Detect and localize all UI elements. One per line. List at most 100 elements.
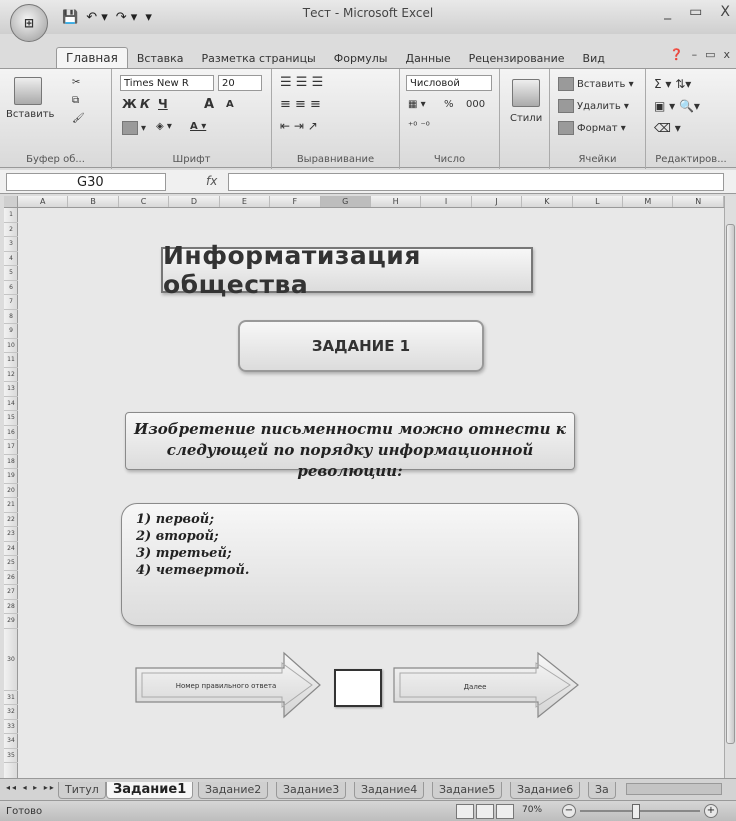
number-format-select[interactable]: Числовой: [406, 75, 492, 91]
row-header[interactable]: 21: [4, 498, 18, 513]
row-header[interactable]: 8: [4, 310, 18, 324]
delete-cells-button[interactable]: Удалить ▾: [558, 99, 629, 113]
tab-review[interactable]: Рецензирование: [460, 49, 574, 68]
row-header[interactable]: 15: [4, 411, 18, 426]
ribbon-restore-icon[interactable]: ▭: [705, 48, 715, 61]
row-header[interactable]: 25: [4, 556, 18, 571]
sheet-tab-task3[interactable]: Задание3: [276, 782, 347, 799]
column-header[interactable]: A: [18, 196, 69, 207]
column-header[interactable]: G: [320, 196, 371, 207]
help-icon[interactable]: ❓: [670, 48, 684, 61]
shrink-font-button[interactable]: A: [226, 99, 234, 110]
italic-button[interactable]: К: [140, 97, 150, 111]
zoom-slider-thumb[interactable]: [632, 804, 640, 819]
row-header[interactable]: 7: [4, 295, 18, 310]
minimize-button[interactable]: _: [664, 4, 671, 20]
styles-icon[interactable]: [512, 79, 540, 107]
row-header[interactable]: 5: [4, 266, 18, 281]
next-button-label[interactable]: Далее: [400, 683, 550, 691]
sheet-tab-task4[interactable]: Задание4: [354, 782, 425, 799]
thousands-button[interactable]: 000: [466, 99, 485, 110]
close-button[interactable]: X: [720, 4, 730, 20]
row-header[interactable]: 31: [4, 691, 18, 705]
select-all-corner[interactable]: [4, 196, 18, 208]
borders-icon[interactable]: ▾: [122, 121, 146, 135]
row-header[interactable]: 32: [4, 705, 18, 720]
column-header[interactable]: E: [220, 196, 271, 207]
row-header[interactable]: 12: [4, 368, 18, 382]
sheet-tab-task2[interactable]: Задание2: [198, 782, 269, 799]
row-header[interactable]: 9: [4, 324, 18, 339]
indent-icon[interactable]: ⇤ ⇥ ↗: [280, 119, 318, 133]
row-header[interactable]: 27: [4, 585, 18, 600]
zoom-level[interactable]: 70%: [522, 805, 542, 815]
insert-cells-button[interactable]: Вставить ▾: [558, 77, 634, 91]
column-header[interactable]: F: [270, 196, 321, 207]
tab-home[interactable]: Главная: [56, 47, 128, 68]
clear-icon[interactable]: ⌫ ▾: [654, 121, 681, 135]
column-header[interactable]: B: [68, 196, 119, 207]
tab-data[interactable]: Данные: [396, 49, 459, 68]
row-header[interactable]: 16: [4, 426, 18, 440]
row-header[interactable]: 34: [4, 734, 18, 749]
autosum-icon[interactable]: Σ ▾ ⇅▾: [654, 77, 691, 91]
row-header[interactable]: 35: [4, 749, 18, 763]
percent-button[interactable]: %: [444, 99, 454, 110]
paste-button[interactable]: Вставить: [6, 109, 54, 120]
sheet-tab-task5[interactable]: Задание5: [432, 782, 503, 799]
fx-icon[interactable]: fx: [206, 174, 217, 188]
font-name-select[interactable]: Times New R: [120, 75, 214, 91]
normal-view-icon[interactable]: [456, 804, 474, 819]
tab-formulas[interactable]: Формулы: [325, 49, 397, 68]
row-header[interactable]: 23: [4, 527, 18, 542]
row-header[interactable]: 1: [4, 208, 18, 223]
row-header[interactable]: 17: [4, 440, 18, 455]
row-header[interactable]: 3: [4, 237, 18, 252]
row-header[interactable]: 10: [4, 339, 18, 353]
tab-view[interactable]: Вид: [574, 49, 614, 68]
fill-icon[interactable]: ▣ ▾ 🔍▾: [654, 99, 700, 113]
column-header[interactable]: D: [169, 196, 220, 207]
paste-icon[interactable]: [14, 77, 42, 105]
row-header[interactable]: 22: [4, 513, 18, 527]
row-header[interactable]: 20: [4, 484, 18, 498]
decimal-icon[interactable]: ⁺⁰ ⁻⁰: [408, 121, 430, 132]
sheet-tab-task1[interactable]: Задание1: [106, 782, 194, 799]
tab-page-layout[interactable]: Разметка страницы: [192, 49, 324, 68]
row-header[interactable]: 24: [4, 542, 18, 556]
row-header[interactable]: 30: [4, 629, 18, 691]
page-break-view-icon[interactable]: [496, 804, 514, 819]
maximize-button[interactable]: ▭: [689, 4, 702, 20]
zoom-in-icon[interactable]: +: [704, 804, 718, 818]
office-button[interactable]: ⊞: [10, 4, 48, 42]
column-header[interactable]: M: [623, 196, 674, 207]
currency-icon[interactable]: ▦ ▾: [408, 99, 426, 110]
column-header[interactable]: J: [472, 196, 523, 207]
row-header[interactable]: 18: [4, 455, 18, 469]
format-cells-button[interactable]: Формат ▾: [558, 121, 626, 135]
column-header[interactable]: L: [573, 196, 624, 207]
align-top-icon[interactable]: ☰ ☰ ☰: [280, 75, 323, 90]
cut-icon[interactable]: ✂: [72, 77, 80, 88]
column-header[interactable]: I: [421, 196, 472, 207]
row-header[interactable]: 2: [4, 223, 18, 237]
font-size-select[interactable]: 20: [218, 75, 262, 91]
sheet-tab-task6[interactable]: Задание6: [510, 782, 581, 799]
zoom-out-icon[interactable]: −: [562, 804, 576, 818]
row-header[interactable]: 14: [4, 397, 18, 411]
formula-input[interactable]: [228, 173, 724, 191]
column-header[interactable]: C: [119, 196, 170, 207]
bold-button[interactable]: Ж: [122, 97, 137, 111]
horizontal-scrollbar[interactable]: [626, 783, 722, 795]
sheet-nav-icons[interactable]: ◂◂ ◂ ▸ ▸▸: [6, 783, 56, 792]
copy-icon[interactable]: ⧉: [72, 95, 79, 106]
row-header[interactable]: 19: [4, 469, 18, 484]
column-header[interactable]: K: [522, 196, 573, 207]
styles-button[interactable]: Стили: [510, 113, 542, 124]
page-layout-view-icon[interactable]: [476, 804, 494, 819]
column-header[interactable]: N: [673, 196, 724, 207]
row-header[interactable]: 6: [4, 281, 18, 295]
font-color-icon[interactable]: A ▾: [190, 121, 206, 132]
fill-color-icon[interactable]: ◈ ▾: [156, 121, 172, 132]
column-header[interactable]: H: [371, 196, 422, 207]
